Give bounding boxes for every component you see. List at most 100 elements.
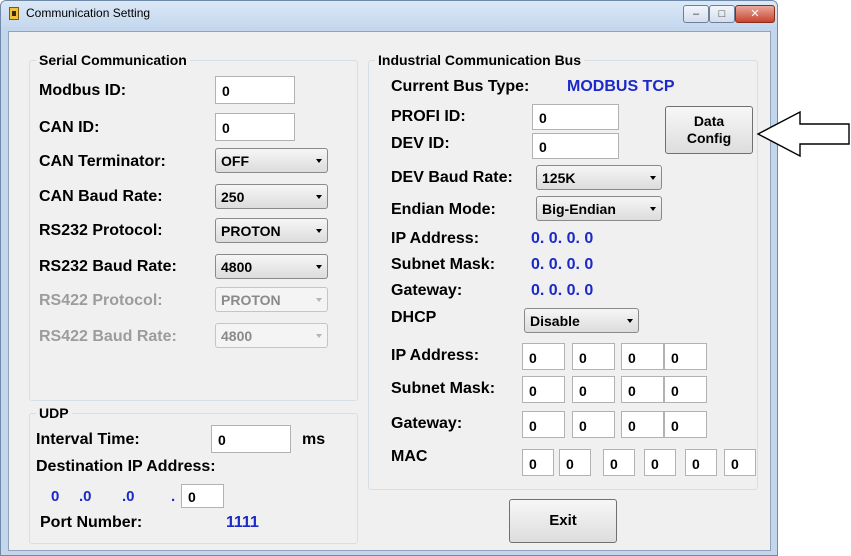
data-config-label-line1: Data bbox=[693, 113, 725, 129]
dest-ip-separator: . bbox=[171, 488, 176, 505]
endian-mode-label: Endian Mode: bbox=[391, 201, 496, 218]
can-baud-value: 250 bbox=[221, 189, 245, 205]
rs422-baud-value: 4800 bbox=[221, 328, 253, 344]
minimize-button[interactable]: – bbox=[683, 5, 709, 23]
rs422-protocol-value: PROTON bbox=[221, 292, 281, 308]
can-terminator-label: CAN Terminator: bbox=[39, 153, 166, 170]
maximize-button[interactable]: □ bbox=[709, 5, 735, 23]
subnet-octet-4-input[interactable]: 0 bbox=[664, 376, 707, 403]
subnet-mask-label: Subnet Mask: bbox=[391, 256, 496, 273]
rs422-baud-select: 4800 bbox=[215, 323, 328, 348]
communication-setting-window: Communication Setting – □ ✕ Serial Commu… bbox=[0, 0, 778, 556]
chevron-down-icon bbox=[627, 319, 633, 323]
ip-address-value: 0. 0. 0. 0 bbox=[531, 230, 594, 247]
dev-baud-select[interactable]: 125K bbox=[536, 165, 662, 190]
gateway-octet-1-input[interactable]: 0 bbox=[522, 411, 565, 438]
can-baud-label: CAN Baud Rate: bbox=[39, 188, 163, 205]
dest-ip-octet-2: .0 bbox=[79, 488, 92, 505]
ip-octet-2-input[interactable]: 0 bbox=[572, 343, 615, 370]
mac-octet-6-input[interactable]: 0 bbox=[724, 449, 756, 476]
title-bar[interactable]: Communication Setting – □ ✕ bbox=[1, 1, 777, 27]
chevron-down-icon bbox=[316, 334, 322, 338]
dhcp-value: Disable bbox=[530, 313, 580, 329]
rs422-protocol-label: RS422 Protocol: bbox=[39, 292, 163, 309]
pointer-arrow-icon bbox=[756, 110, 850, 158]
port-number-label: Port Number: bbox=[40, 514, 143, 531]
mac-label: MAC bbox=[391, 448, 428, 465]
can-terminator-select[interactable]: OFF bbox=[215, 148, 328, 173]
close-button[interactable]: ✕ bbox=[735, 5, 775, 23]
modbus-id-input[interactable]: 0 bbox=[215, 76, 295, 104]
gateway-octet-3-input[interactable]: 0 bbox=[621, 411, 664, 438]
rs232-baud-value: 4800 bbox=[221, 259, 253, 275]
ip-octet-1-input[interactable]: 0 bbox=[522, 343, 565, 370]
mac-octet-1-input[interactable]: 0 bbox=[522, 449, 554, 476]
gateway-value: 0. 0. 0. 0 bbox=[531, 282, 594, 299]
rs232-baud-select[interactable]: 4800 bbox=[215, 254, 328, 279]
dev-baud-label: DEV Baud Rate: bbox=[391, 169, 513, 186]
rs232-protocol-label: RS232 Protocol: bbox=[39, 222, 163, 239]
chevron-down-icon bbox=[650, 207, 656, 211]
ip-address-label: IP Address: bbox=[391, 230, 480, 247]
interval-unit: ms bbox=[302, 431, 326, 448]
gateway-label: Gateway: bbox=[391, 282, 463, 299]
subnet-octet-1-input[interactable]: 0 bbox=[522, 376, 565, 403]
data-config-button[interactable]: Data Config bbox=[665, 106, 753, 154]
destination-ip-label: Destination IP Address: bbox=[36, 458, 216, 475]
can-id-input[interactable]: 0 bbox=[215, 113, 295, 141]
dest-ip-octet-3: .0 bbox=[122, 488, 135, 505]
chevron-down-icon bbox=[316, 159, 322, 163]
can-baud-select[interactable]: 250 bbox=[215, 184, 328, 209]
app-icon bbox=[9, 7, 19, 20]
port-number-value: 1111 bbox=[226, 514, 259, 531]
mac-octet-5-input[interactable]: 0 bbox=[685, 449, 717, 476]
ip-octet-3-input[interactable]: 0 bbox=[621, 343, 664, 370]
chevron-down-icon bbox=[650, 176, 656, 180]
ip-address-edit-label: IP Address: bbox=[391, 347, 480, 364]
subnet-mask-value: 0. 0. 0. 0 bbox=[531, 256, 594, 273]
modbus-id-label: Modbus ID: bbox=[39, 82, 127, 99]
exit-button[interactable]: Exit bbox=[509, 499, 617, 543]
current-bus-type-value: MODBUS TCP bbox=[567, 78, 675, 95]
ip-octet-4-input[interactable]: 0 bbox=[664, 343, 707, 370]
dev-id-label: DEV ID: bbox=[391, 135, 450, 152]
interval-time-input[interactable]: 0 bbox=[211, 425, 291, 453]
gateway-octet-2-input[interactable]: 0 bbox=[572, 411, 615, 438]
client-area: Serial Communication Modbus ID: 0 CAN ID… bbox=[8, 31, 771, 551]
chevron-down-icon bbox=[316, 195, 322, 199]
gateway-edit-label: Gateway: bbox=[391, 415, 463, 432]
data-config-label-line2: Config bbox=[686, 130, 732, 146]
mac-octet-2-input[interactable]: 0 bbox=[559, 449, 591, 476]
window-title: Communication Setting bbox=[26, 6, 151, 20]
endian-mode-value: Big-Endian bbox=[542, 201, 616, 217]
dhcp-label: DHCP bbox=[391, 309, 437, 326]
dev-baud-value: 125K bbox=[542, 170, 576, 186]
can-id-label: CAN ID: bbox=[39, 119, 100, 136]
chevron-down-icon bbox=[316, 265, 322, 269]
udp-group-title: UDP bbox=[36, 405, 72, 421]
subnet-mask-edit-label: Subnet Mask: bbox=[391, 380, 496, 397]
dest-ip-octet-1: 0 bbox=[51, 488, 60, 505]
chevron-down-icon bbox=[316, 229, 322, 233]
bus-group-title: Industrial Communication Bus bbox=[375, 52, 585, 68]
dhcp-select[interactable]: Disable bbox=[524, 308, 639, 333]
interval-time-label: Interval Time: bbox=[36, 431, 140, 448]
current-bus-type-label: Current Bus Type: bbox=[391, 78, 530, 95]
dev-id-input[interactable]: 0 bbox=[532, 133, 619, 159]
profi-id-input[interactable]: 0 bbox=[532, 104, 619, 130]
endian-mode-select[interactable]: Big-Endian bbox=[536, 196, 662, 221]
serial-group-title: Serial Communication bbox=[36, 52, 190, 68]
rs422-baud-label: RS422 Baud Rate: bbox=[39, 328, 177, 345]
subnet-octet-2-input[interactable]: 0 bbox=[572, 376, 615, 403]
rs422-protocol-select: PROTON bbox=[215, 287, 328, 312]
subnet-octet-3-input[interactable]: 0 bbox=[621, 376, 664, 403]
gateway-octet-4-input[interactable]: 0 bbox=[664, 411, 707, 438]
chevron-down-icon bbox=[316, 298, 322, 302]
mac-octet-4-input[interactable]: 0 bbox=[644, 449, 676, 476]
rs232-baud-label: RS232 Baud Rate: bbox=[39, 258, 177, 275]
dest-ip-octet-4-input[interactable]: 0 bbox=[181, 484, 224, 508]
mac-octet-3-input[interactable]: 0 bbox=[603, 449, 635, 476]
can-terminator-value: OFF bbox=[221, 153, 249, 169]
rs232-protocol-value: PROTON bbox=[221, 223, 281, 239]
rs232-protocol-select[interactable]: PROTON bbox=[215, 218, 328, 243]
